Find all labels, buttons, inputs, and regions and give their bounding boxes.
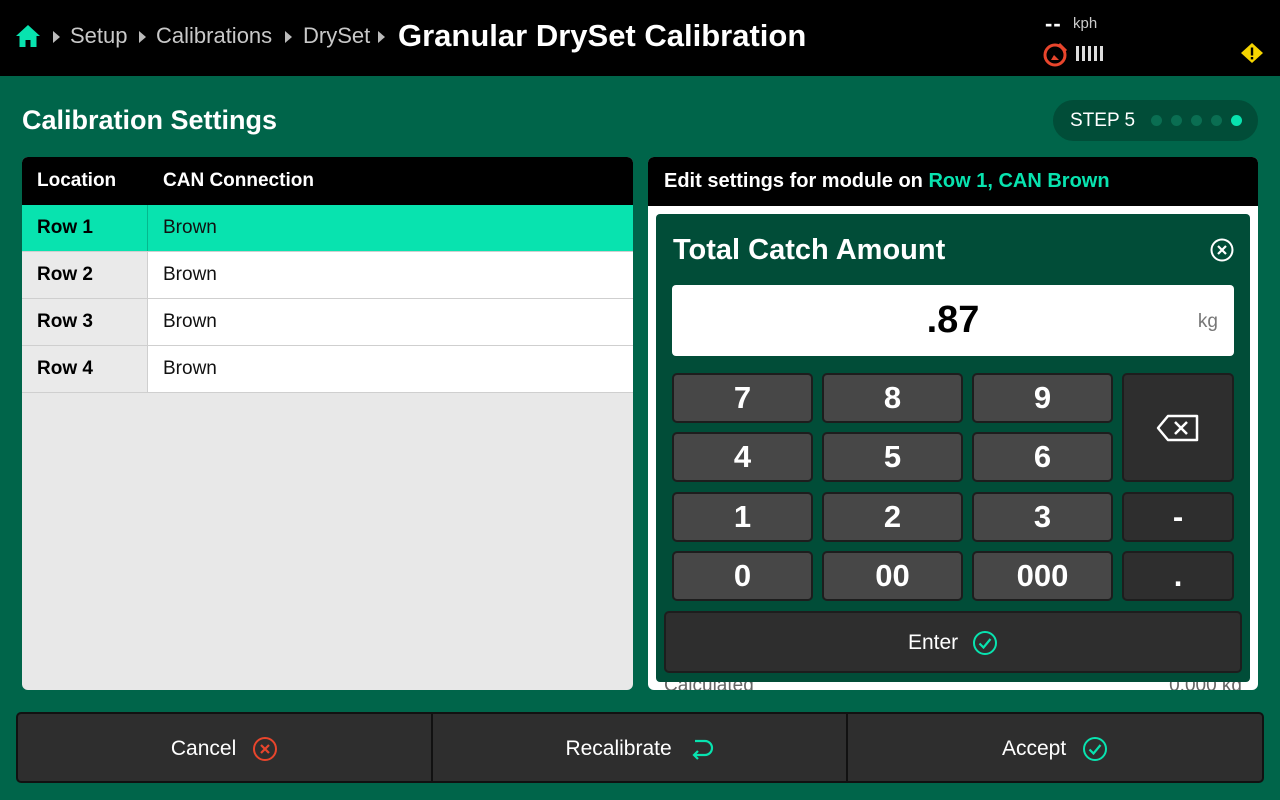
edit-header-target: Row 1, CAN Brown (928, 170, 1110, 192)
key-1[interactable]: 1 (672, 492, 813, 542)
step-indicator: STEP 5 (1053, 100, 1258, 141)
key-000[interactable]: 000 (972, 551, 1113, 601)
enter-button[interactable]: Enter (664, 611, 1242, 673)
row-connection: Brown (163, 358, 217, 379)
warning-icon[interactable] (1240, 42, 1264, 64)
breadcrumb-arrow-icon (53, 31, 60, 43)
module-table: Location CAN Connection Row 1 Brown Row … (22, 157, 633, 690)
table-row[interactable]: Row 3 Brown (22, 299, 633, 346)
breadcrumb-dryset[interactable]: DrySet (303, 22, 370, 50)
key-minus[interactable]: - (1122, 492, 1234, 542)
key-7[interactable]: 7 (672, 373, 813, 423)
cancel-icon (253, 737, 278, 761)
check-circle-icon (973, 631, 998, 655)
step-label: STEP 5 (1070, 110, 1136, 131)
row-location: Row 4 (37, 358, 93, 379)
step-dot-active (1231, 115, 1242, 126)
enter-label: Enter (907, 631, 959, 654)
recalibrate-label: Recalibrate (565, 737, 672, 760)
key-5[interactable]: 5 (822, 432, 963, 482)
row-location: Row 3 (37, 311, 93, 332)
key-0[interactable]: 0 (672, 551, 813, 601)
table-row[interactable]: Row 2 Brown (22, 252, 633, 299)
keypad-title: Total Catch Amount (673, 234, 946, 266)
section-title: Calibration Settings (22, 105, 278, 135)
breadcrumb-calibrations[interactable]: Calibrations (156, 22, 272, 50)
cancel-label: Cancel (170, 737, 237, 760)
recalibrate-icon (691, 739, 713, 760)
check-circle-icon (1083, 737, 1108, 761)
table-header: Location CAN Connection (22, 157, 633, 205)
breadcrumb-setup[interactable]: Setup (70, 22, 128, 50)
value-text: .87 (926, 299, 980, 341)
key-6[interactable]: 6 (972, 432, 1113, 482)
row-location: Row 1 (37, 217, 93, 238)
column-location: Location (37, 170, 117, 191)
speed-value: -- (1045, 11, 1062, 36)
row-connection: Brown (163, 311, 217, 332)
breadcrumb-arrow-icon (139, 31, 146, 43)
row-location: Row 2 (37, 264, 93, 285)
cancel-button[interactable]: Cancel (16, 712, 433, 783)
key-4[interactable]: 4 (672, 432, 813, 482)
recalibrate-button[interactable]: Recalibrate (431, 712, 848, 783)
accept-label: Accept (1001, 737, 1067, 760)
header-bar: Setup Calibrations DrySet Granular DrySe… (0, 0, 1280, 76)
gps-icon[interactable] (1042, 40, 1070, 68)
column-can-connection: CAN Connection (163, 170, 314, 191)
key-00[interactable]: 00 (822, 551, 963, 601)
value-display[interactable]: .87 kg (672, 285, 1234, 356)
step-dot (1151, 115, 1162, 126)
accept-button[interactable]: Accept (846, 712, 1264, 783)
page-title: Granular DrySet Calibration (398, 18, 807, 53)
breadcrumb-arrow-icon (285, 31, 292, 43)
step-dot (1191, 115, 1202, 126)
key-9[interactable]: 9 (972, 373, 1113, 423)
value-unit: kg (1197, 311, 1218, 332)
table-row[interactable]: Row 4 Brown (22, 346, 633, 393)
step-dot (1211, 115, 1222, 126)
close-icon[interactable] (1210, 238, 1234, 262)
key-3[interactable]: 3 (972, 492, 1113, 542)
backspace-icon (1156, 414, 1199, 441)
key-8[interactable]: 8 (822, 373, 963, 423)
row-connection: Brown (163, 217, 217, 238)
table-row[interactable]: Row 1 Brown (22, 205, 633, 252)
edit-panel-header: Edit settings for module on Row 1, CAN B… (648, 157, 1258, 206)
edit-header-prefix: Edit settings for module on (664, 170, 929, 192)
backspace-button[interactable] (1122, 373, 1234, 482)
key-2[interactable]: 2 (822, 492, 963, 542)
numeric-keypad-dialog: Total Catch Amount .87 kg 7 8 9 4 5 6 1 … (656, 214, 1250, 682)
breadcrumb-arrow-icon (378, 31, 385, 43)
row-connection: Brown (163, 264, 217, 285)
signal-icon (1076, 46, 1103, 61)
speed-unit: kph (1073, 15, 1098, 32)
home-icon[interactable] (14, 22, 42, 50)
key-decimal[interactable]: . (1122, 551, 1234, 601)
step-dot (1171, 115, 1182, 126)
